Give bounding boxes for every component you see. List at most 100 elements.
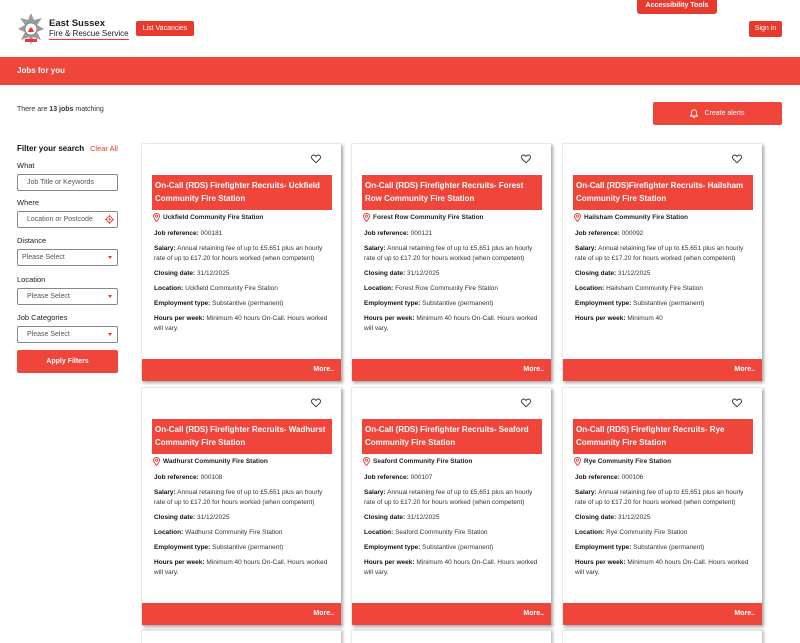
job-categories-select[interactable]: Please Select <box>17 326 118 343</box>
job-title[interactable]: On-Call (RDS) Firefighter Recruits- Fore… <box>362 175 542 210</box>
job-count-text: There are 13 jobs matching <box>17 106 104 113</box>
more-bar[interactable]: More.. <box>352 603 551 625</box>
job-location: Location: Wadhurst Community Fire Statio… <box>154 529 283 536</box>
apply-filters-button[interactable]: Apply Filters <box>17 350 118 373</box>
chevron-down-icon <box>108 295 112 298</box>
job-title[interactable]: On-Call (RDS) Firefighter Recruits- Uckf… <box>152 175 332 210</box>
station-name: Forest Row Community Fire Station <box>373 214 484 221</box>
more-link[interactable]: More.. <box>313 366 334 373</box>
station-name: Seaford Community Fire Station <box>373 458 473 465</box>
map-pin-icon <box>574 213 581 222</box>
where-placeholder: Location or Postcode <box>27 216 93 223</box>
job-card-partial <box>562 630 762 643</box>
job-hours: Hours per week: Minimum 40 hours On-Call… <box>154 559 328 576</box>
where-input[interactable]: Location or Postcode <box>17 211 118 228</box>
job-location: Location: Forest Row Community Fire Stat… <box>364 285 499 292</box>
accessibility-tools-button[interactable]: Accessibility Tools <box>637 0 717 14</box>
job-details: Job reference: 000108 Salary: Annual ret… <box>154 473 334 583</box>
list-vacancies-button[interactable]: List Vacancies <box>136 21 194 36</box>
what-label: What <box>17 161 35 170</box>
clear-all-link[interactable]: Clear All <box>90 144 118 153</box>
site-logo[interactable]: East Sussex Fire & Rescue Service <box>17 12 129 48</box>
station-name: Uckfield Community Fire Station <box>163 214 264 221</box>
heart-icon[interactable] <box>521 398 531 408</box>
job-card[interactable]: On-Call (RDS) Firefighter Recruits- Fore… <box>351 143 551 381</box>
what-input[interactable]: Job Title or Keywords <box>17 174 118 191</box>
more-link[interactable]: More.. <box>734 366 755 373</box>
more-link[interactable]: More.. <box>523 366 544 373</box>
job-employment-type: Employment type: Substantive (permanent) <box>154 544 284 551</box>
job-employment-type: Employment type: Substantive (permanent) <box>364 544 494 551</box>
job-card[interactable]: On-Call (RDS) Firefighter Recruits- Wadh… <box>141 387 341 625</box>
job-card-partial <box>141 630 341 643</box>
create-alerts-button[interactable]: Create alerts <box>653 102 782 125</box>
job-location: Location: Hailsham Community Fire Statio… <box>575 285 703 292</box>
fire-service-crest-icon <box>17 12 45 48</box>
heart-icon[interactable] <box>732 398 742 408</box>
page-banner: Jobs for you <box>0 57 800 85</box>
job-closing-date: Closing date: 31/12/2025 <box>575 514 651 521</box>
heart-icon[interactable] <box>732 154 742 164</box>
job-salary: Salary: Annual retaining fee of up to £5… <box>364 489 533 506</box>
create-alerts-label: Create alerts <box>704 110 745 117</box>
job-closing-date: Closing date: 31/12/2025 <box>364 514 440 521</box>
job-station: Seaford Community Fire Station <box>363 457 472 466</box>
location-value: Please Select <box>27 293 70 300</box>
heart-icon[interactable] <box>521 154 531 164</box>
job-title[interactable]: On-Call (RDS)Firefighter Recruits- Hails… <box>573 175 753 210</box>
job-title[interactable]: On-Call (RDS) Firefighter Recruits- Rye … <box>573 419 753 454</box>
job-card[interactable]: On-Call (RDS) Firefighter Recruits- Uckf… <box>141 143 341 381</box>
station-name: Hailsham Community Fire Station <box>584 214 689 221</box>
map-pin-icon <box>153 213 160 222</box>
job-salary: Salary: Annual retaining fee of up to £5… <box>364 245 533 262</box>
job-reference: Job reference: 000181 <box>154 230 223 237</box>
station-name: Wadhurst Community Fire Station <box>163 458 268 465</box>
job-closing-date: Closing date: 31/12/2025 <box>154 514 230 521</box>
job-employment-type: Employment type: Substantive (permanent) <box>575 544 705 551</box>
chevron-down-icon <box>108 333 112 336</box>
more-bar[interactable]: More.. <box>563 603 762 625</box>
job-reference: Job reference: 000121 <box>364 230 433 237</box>
location-label: Location <box>17 275 46 284</box>
page-title: Jobs for you <box>17 66 66 75</box>
job-hours: Hours per week: Minimum 40 hours On-Call… <box>575 559 749 576</box>
job-station: Wadhurst Community Fire Station <box>153 457 268 466</box>
job-card[interactable]: On-Call (RDS)Firefighter Recruits- Hails… <box>562 143 762 381</box>
location-select[interactable]: Please Select <box>17 288 118 305</box>
job-categories-value: Please Select <box>27 331 70 338</box>
job-station: Rye Community Fire Station <box>574 457 671 466</box>
more-bar[interactable]: More.. <box>142 359 341 381</box>
more-link[interactable]: More.. <box>523 610 544 617</box>
job-categories-label: Job Categories <box>17 313 68 322</box>
more-link[interactable]: More.. <box>734 610 755 617</box>
heart-icon[interactable] <box>311 398 321 408</box>
job-title[interactable]: On-Call (RDS) Firefighter Recruits- Wadh… <box>152 419 332 454</box>
job-closing-date: Closing date: 31/12/2025 <box>364 270 440 277</box>
distance-select[interactable]: Please Select <box>17 249 118 266</box>
job-reference: Job reference: 000108 <box>154 474 223 481</box>
distance-label: Distance <box>17 236 47 245</box>
map-pin-icon <box>363 457 370 466</box>
job-hours: Hours per week: Minimum 40 <box>575 315 663 322</box>
more-bar[interactable]: More.. <box>142 603 341 625</box>
job-station: Uckfield Community Fire Station <box>153 213 263 222</box>
location-target-icon[interactable] <box>105 215 114 224</box>
job-reference: Job reference: 000092 <box>575 230 644 237</box>
more-link[interactable]: More.. <box>313 610 334 617</box>
job-title[interactable]: On-Call (RDS) Firefighter Recruits- Seaf… <box>362 419 542 454</box>
more-bar[interactable]: More.. <box>563 359 762 381</box>
job-card[interactable]: On-Call (RDS) Firefighter Recruits- Rye … <box>562 387 762 625</box>
heart-icon[interactable] <box>311 154 321 164</box>
map-pin-icon <box>574 457 581 466</box>
station-name: Rye Community Fire Station <box>584 458 672 465</box>
map-pin-icon <box>153 457 160 466</box>
more-bar[interactable]: More.. <box>352 359 551 381</box>
job-hours: Hours per week: Minimum 40 hours On-Call… <box>364 559 538 576</box>
job-closing-date: Closing date: 31/12/2025 <box>154 270 230 277</box>
job-card[interactable]: On-Call (RDS) Firefighter Recruits- Seaf… <box>351 387 551 625</box>
sign-in-button[interactable]: Sign in <box>749 21 782 37</box>
job-salary: Salary: Annual retaining fee of up to £5… <box>154 245 323 262</box>
job-station: Forest Row Community Fire Station <box>363 213 484 222</box>
job-salary: Salary: Annual retaining fee of up to £5… <box>154 489 323 506</box>
job-station: Hailsham Community Fire Station <box>574 213 688 222</box>
